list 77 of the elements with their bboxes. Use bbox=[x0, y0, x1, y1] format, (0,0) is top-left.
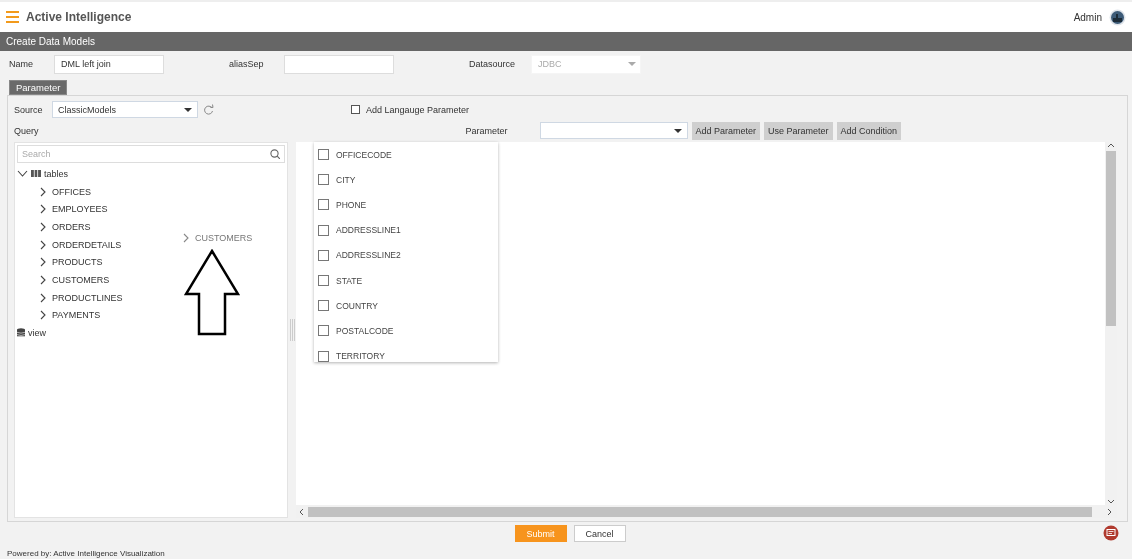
user-name[interactable]: Admin bbox=[1073, 11, 1102, 23]
column-label: STATE bbox=[336, 275, 363, 286]
database-icon bbox=[17, 328, 25, 339]
search-icon[interactable] bbox=[270, 149, 280, 159]
chevron-right-icon[interactable] bbox=[39, 310, 47, 321]
scroll-down-icon[interactable] bbox=[1107, 498, 1115, 505]
tree-label: view bbox=[28, 328, 46, 339]
field-label: Source bbox=[14, 104, 44, 115]
action-button[interactable]: Add Condition bbox=[836, 121, 902, 140]
column-label: CITY bbox=[336, 174, 356, 185]
column-label: POSTALCODE bbox=[336, 325, 394, 336]
chevron-right-icon[interactable] bbox=[39, 221, 47, 232]
chevron-right-icon[interactable] bbox=[39, 257, 47, 268]
dragged-item: CUSTOMERS bbox=[195, 233, 253, 243]
checkbox[interactable] bbox=[318, 249, 329, 261]
checkbox[interactable] bbox=[318, 174, 329, 186]
chevron-down-icon[interactable] bbox=[17, 169, 28, 179]
scrollbar-thumb[interactable] bbox=[1106, 151, 1116, 326]
column-label: TERRITORY bbox=[336, 351, 385, 362]
datasource-select: JDBC bbox=[531, 54, 641, 74]
query-label: Query bbox=[14, 125, 39, 136]
scroll-left-icon[interactable] bbox=[298, 507, 305, 516]
tab[interactable]: Parameter bbox=[9, 80, 68, 95]
chevron-right-icon[interactable] bbox=[39, 292, 47, 303]
column-label: COUNTRY bbox=[336, 300, 378, 311]
checkbox[interactable] bbox=[318, 350, 329, 362]
source-select[interactable]: ClassicModels bbox=[52, 101, 198, 118]
footer-text: Powered by: Active Intelligence Visualization bbox=[7, 548, 165, 558]
checkbox[interactable] bbox=[351, 105, 360, 114]
caret-icon bbox=[673, 128, 682, 133]
chevron-right-icon[interactable] bbox=[39, 186, 47, 197]
checkbox[interactable] bbox=[318, 224, 329, 236]
scrollbar-thumb[interactable] bbox=[308, 506, 1092, 517]
app-title: Active Intelligence bbox=[26, 10, 132, 24]
tree-item[interactable]: OFFICES bbox=[52, 186, 91, 197]
checkbox[interactable] bbox=[318, 199, 329, 211]
tree-item[interactable]: ORDERS bbox=[52, 221, 91, 232]
caret-icon bbox=[628, 62, 636, 66]
column-label: PHONE bbox=[336, 199, 367, 210]
chevron-right-icon[interactable] bbox=[39, 274, 47, 285]
chat-icon[interactable] bbox=[1103, 525, 1119, 541]
checkbox-label: Add Langauge Parameter bbox=[366, 104, 470, 115]
chevron-right-icon[interactable] bbox=[39, 239, 47, 250]
checkbox[interactable] bbox=[318, 325, 329, 337]
chevron-right-icon[interactable] bbox=[39, 204, 47, 215]
input-field[interactable]: DML left join bbox=[54, 54, 164, 74]
checkbox[interactable] bbox=[318, 275, 329, 287]
field-label: Parameter bbox=[465, 125, 509, 136]
tree-item[interactable]: PRODUCTS bbox=[52, 257, 103, 268]
checkbox[interactable] bbox=[318, 300, 329, 312]
search-field[interactable]: Search bbox=[17, 145, 285, 163]
tree-item[interactable]: PAYMENTS bbox=[52, 310, 101, 321]
checkbox[interactable] bbox=[318, 149, 329, 161]
action-button[interactable]: Add Parameter bbox=[691, 121, 761, 140]
tree-item[interactable]: PRODUCTLINES bbox=[52, 292, 123, 303]
tree-label: tables bbox=[44, 168, 69, 179]
field-label: aliasSep bbox=[229, 59, 265, 69]
input-field[interactable] bbox=[284, 54, 394, 74]
chevron-right-icon bbox=[182, 233, 190, 243]
cancel-button[interactable]: Cancel bbox=[573, 525, 626, 542]
tree-item[interactable]: EMPLOYEES bbox=[52, 204, 108, 215]
column-label: ADDRESSLINE2 bbox=[336, 250, 401, 261]
tree-item[interactable]: CUSTOMERS bbox=[52, 274, 110, 285]
column-label: OFFICECODE bbox=[336, 149, 392, 160]
field-label: Datasource bbox=[469, 59, 517, 69]
splitter-handle[interactable] bbox=[289, 319, 295, 341]
scroll-right-icon[interactable] bbox=[1106, 507, 1113, 516]
table-icon bbox=[31, 169, 41, 179]
column-label: ADDRESSLINE1 bbox=[336, 225, 401, 236]
scroll-up-icon[interactable] bbox=[1107, 142, 1115, 149]
avatar-icon[interactable] bbox=[1109, 8, 1126, 26]
tree-item[interactable]: ORDERDETAILS bbox=[52, 239, 122, 250]
field-label: Name bbox=[9, 59, 34, 69]
page-title-bar: Create Data Models bbox=[0, 32, 1132, 51]
refresh-icon[interactable] bbox=[203, 104, 214, 115]
action-button[interactable]: Use Parameter bbox=[764, 121, 833, 140]
caret-icon bbox=[184, 107, 192, 112]
